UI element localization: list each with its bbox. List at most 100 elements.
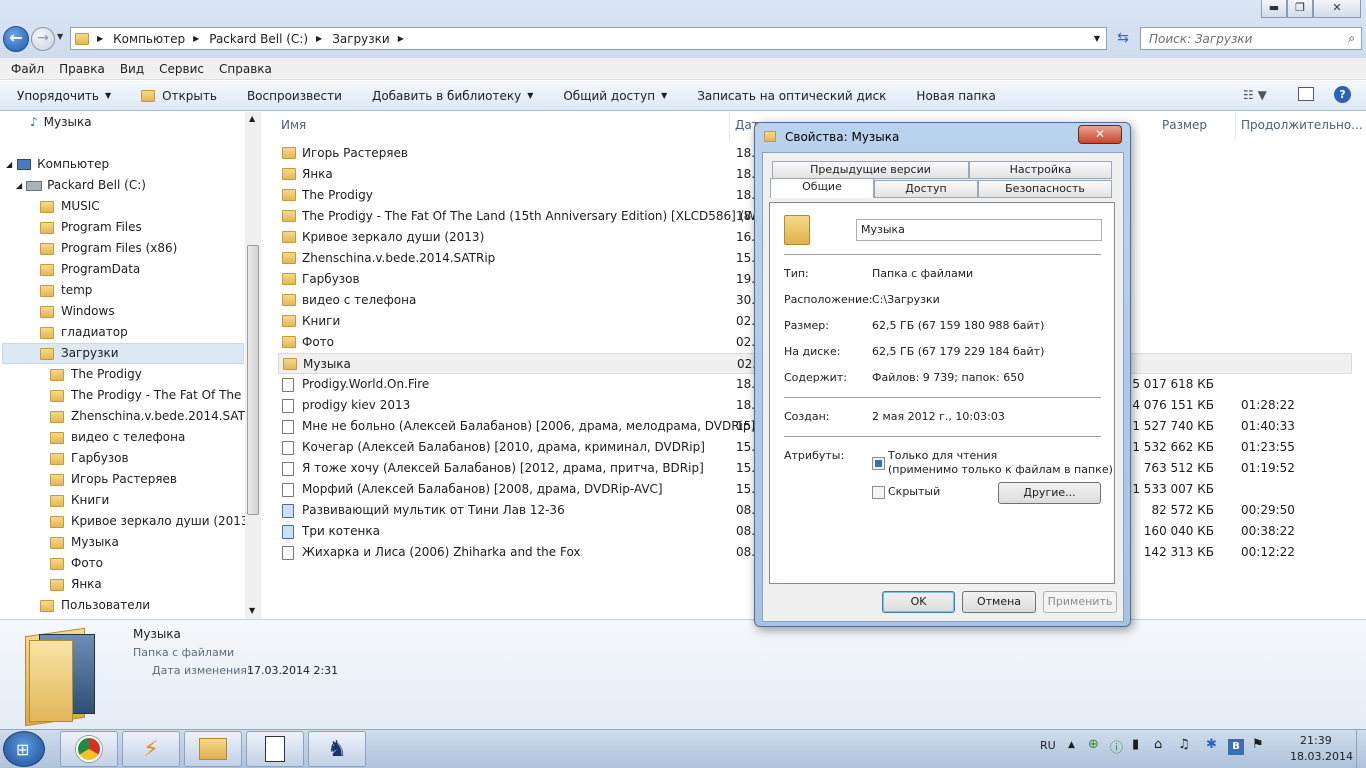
taskbar-explorer[interactable] [184, 731, 242, 767]
nav-folder[interactable]: MUSIC [40, 196, 100, 217]
nav-computer[interactable]: ◢ Компьютер [6, 154, 109, 175]
breadcrumb-downloads[interactable]: Загрузки [332, 32, 390, 46]
network-tray-icon[interactable]: ⊕ [1088, 737, 1099, 752]
menu-view[interactable]: Вид [120, 62, 144, 76]
volume-icon[interactable]: ♫ [1178, 737, 1190, 752]
nav-users[interactable]: Пользователи [40, 595, 150, 616]
recent-pages-dropdown[interactable]: ▼ [57, 32, 63, 41]
refresh-button[interactable]: ⇆ [1110, 28, 1136, 49]
clock-time[interactable]: 21:39 [1300, 734, 1332, 747]
advanced-attributes-button[interactable]: Другие... [998, 482, 1101, 504]
readonly-checkbox[interactable] [872, 457, 885, 470]
add-to-library-button[interactable]: Добавить в библиотеку ▼ [372, 89, 533, 103]
tab-sharing[interactable]: Доступ [874, 180, 978, 198]
close-button[interactable]: ✕ [1313, 0, 1361, 18]
search-input[interactable]: Поиск: Загрузки ⌕ [1140, 27, 1362, 50]
apply-button[interactable]: Применить [1043, 591, 1117, 613]
nav-folder[interactable]: temp [40, 280, 92, 301]
open-button[interactable]: Открыть [141, 89, 217, 103]
column-name[interactable]: Имя [281, 118, 306, 132]
back-button[interactable]: ← [3, 26, 29, 52]
menu-edit[interactable]: Правка [59, 62, 105, 76]
help-icon[interactable]: ? [1334, 86, 1351, 103]
start-button[interactable]: ⊞ [3, 731, 45, 767]
nav-folder[interactable]: ProgramData [40, 259, 140, 280]
taskbar-chrome[interactable] [60, 731, 118, 767]
column-divider[interactable] [729, 112, 730, 140]
cancel-button[interactable]: Отмена [962, 591, 1036, 613]
breadcrumb-drive[interactable]: Packard Bell (C:) [209, 32, 308, 46]
scroll-down-icon[interactable]: ▼ [249, 606, 255, 615]
chevron-right-icon[interactable]: ▶ [398, 34, 404, 43]
view-options-icon[interactable]: ☷ ▼ [1243, 88, 1267, 102]
tab-security[interactable]: Безопасность [978, 180, 1112, 198]
preview-pane-icon[interactable] [1298, 87, 1314, 101]
maximize-button[interactable]: ❐ [1287, 0, 1313, 18]
menu-tools[interactable]: Сервис [159, 62, 204, 76]
bluetooth-icon[interactable]: ✱ [1206, 737, 1217, 752]
taskbar-winamp[interactable]: ⚡ [122, 731, 180, 767]
nav-subfolder[interactable]: Игорь Растеряев [50, 469, 177, 490]
menu-file[interactable]: Файл [11, 62, 44, 76]
tab-general[interactable]: Общие [770, 178, 874, 198]
address-bar[interactable]: ▶ Компьютер ▶ Packard Bell (C:) ▶ Загруз… [70, 27, 1107, 50]
play-button[interactable]: Воспроизвести [247, 89, 342, 103]
column-duration[interactable]: Продолжительно... [1241, 118, 1363, 132]
organize-button[interactable]: Упорядочить ▼ [17, 89, 111, 103]
clock-date[interactable]: 18.03.2014 [1290, 750, 1353, 763]
folder-name-input[interactable]: Музыка [856, 219, 1102, 241]
vk-icon[interactable]: B [1228, 739, 1244, 755]
nav-folder[interactable]: Program Files (x86) [40, 238, 177, 259]
taskbar-app[interactable]: ♞ [308, 731, 366, 767]
chevron-right-icon[interactable]: ▶ [316, 34, 322, 43]
nav-subfolder[interactable]: The Prodigy [50, 364, 142, 385]
info-tray-icon[interactable]: ⓘ [1110, 737, 1123, 756]
column-divider[interactable] [1235, 112, 1236, 140]
nav-subfolder[interactable]: видео с телефона [50, 427, 185, 448]
hidden-checkbox[interactable] [872, 486, 885, 499]
burn-label: Записать на оптический диск [697, 88, 887, 103]
nav-folder[interactable]: Windows [40, 301, 115, 322]
chevron-right-icon[interactable]: ▶ [193, 34, 199, 43]
burn-button[interactable]: Записать на оптический диск [697, 89, 886, 103]
nav-subfolder[interactable]: Zhenschina.v.bede.2014.SATRip [50, 406, 260, 427]
new-folder-button[interactable]: Новая папка [916, 89, 995, 103]
nav-subfolder[interactable]: Гарбузов [50, 448, 129, 469]
nav-scroll-thumb[interactable] [247, 245, 259, 515]
usb-tray-icon[interactable]: ⌂ [1154, 737, 1162, 752]
address-dropdown-icon[interactable]: ▼ [1094, 34, 1100, 43]
expand-arrow-icon[interactable]: ◢ [6, 154, 12, 175]
expand-arrow-icon[interactable]: ◢ [16, 175, 22, 196]
scroll-up-icon[interactable]: ▲ [249, 114, 255, 123]
show-hidden-icons[interactable]: ▲ [1068, 740, 1075, 750]
file-name: Мне не больно (Алексей Балабанов) [2006,… [302, 419, 756, 433]
share-button[interactable]: Общий доступ ▼ [563, 89, 667, 103]
breadcrumb-computer[interactable]: Компьютер [113, 32, 185, 46]
minimize-button[interactable]: ▬ [1261, 0, 1287, 18]
tab-customize[interactable]: Настройка [969, 161, 1112, 179]
column-size[interactable]: Размер [1162, 118, 1207, 132]
language-indicator[interactable]: RU [1040, 739, 1056, 752]
bars-tray-icon[interactable]: ▮ [1132, 737, 1139, 752]
ok-button[interactable]: OK [882, 591, 955, 613]
nav-subfolder[interactable]: Музыка [50, 532, 119, 553]
nav-folder[interactable]: Program Files [40, 217, 142, 238]
show-desktop-button[interactable] [1356, 729, 1366, 768]
forward-button[interactable]: → [31, 27, 55, 51]
nav-subfolder[interactable]: Янка [50, 574, 102, 595]
nav-music-library[interactable]: ♪ Музыка [30, 112, 92, 133]
taskbar-document[interactable] [246, 731, 304, 767]
nav-folder[interactable]: Загрузки [2, 343, 244, 364]
nav-drive[interactable]: ◢ Packard Bell (C:) [16, 175, 146, 196]
nav-subfolder[interactable]: The Prodigy - The Fat Of The Lar [50, 385, 260, 406]
tab-previous-versions[interactable]: Предыдущие версии [772, 161, 969, 179]
folder-icon [75, 32, 89, 45]
nav-subfolder[interactable]: Книги [50, 490, 109, 511]
nav-subfolder[interactable]: Фото [50, 553, 103, 574]
flag-icon[interactable]: ⚑ [1252, 737, 1264, 752]
dialog-close-button[interactable]: ✕ [1078, 125, 1122, 144]
type-value: Папка с файлами [872, 267, 974, 280]
nav-subfolder[interactable]: Кривое зеркало души (2013) [50, 511, 253, 532]
nav-folder[interactable]: гладиатор [40, 322, 128, 343]
menu-help[interactable]: Справка [219, 62, 272, 76]
